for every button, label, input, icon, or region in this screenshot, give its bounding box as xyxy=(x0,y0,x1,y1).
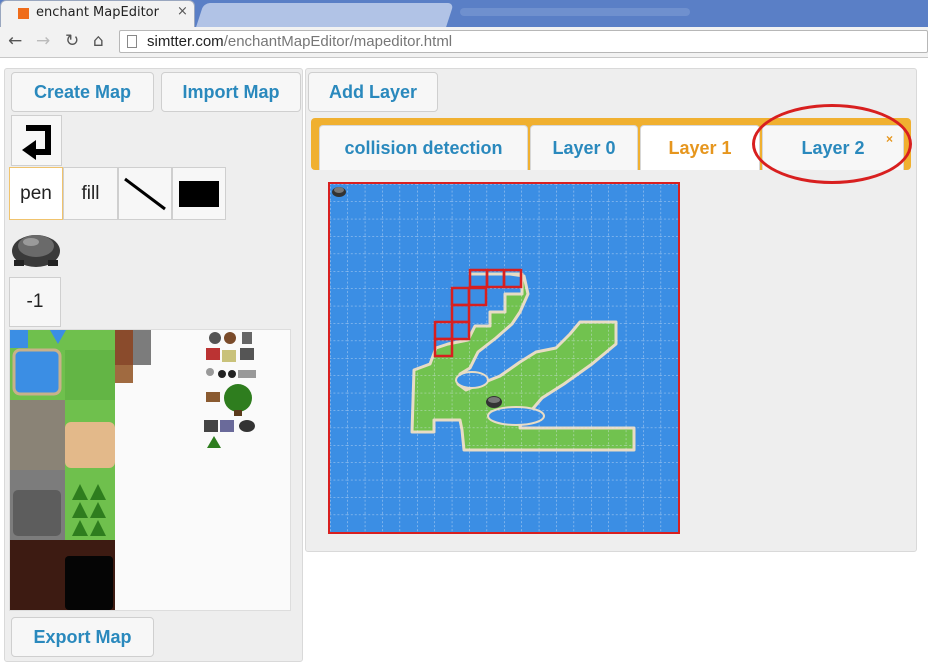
add-layer-button[interactable]: Add Layer xyxy=(308,72,438,112)
map-drawing[interactable] xyxy=(330,184,678,532)
tab-collision-detection[interactable]: collision detection xyxy=(319,125,528,170)
export-map-button[interactable]: Export Map xyxy=(11,617,154,657)
blurred-tab-area xyxy=(460,8,690,16)
browser-tab-title: enchant MapEditor xyxy=(36,5,159,20)
back-arrow-icon[interactable]: ← xyxy=(8,31,22,51)
forward-arrow-icon[interactable]: → xyxy=(36,31,50,51)
tab-layer-1-label: Layer 1 xyxy=(668,137,732,158)
favicon-icon xyxy=(18,8,29,19)
rock-tile-icon xyxy=(12,235,60,267)
import-map-button[interactable]: Import Map xyxy=(161,72,301,112)
fill-tool-button[interactable]: fill xyxy=(63,167,118,220)
tab-close-icon[interactable]: × xyxy=(177,4,188,19)
line-tool-icon xyxy=(124,177,166,210)
browser-tab[interactable]: enchant MapEditor × xyxy=(0,0,195,27)
tile-index-display: -1 xyxy=(9,277,61,327)
rock-sprite xyxy=(332,187,346,197)
url-domain: simtter.com xyxy=(147,33,224,50)
tab-layer-2-label: Layer 2 xyxy=(801,137,865,158)
create-map-button[interactable]: Create Map xyxy=(11,72,154,112)
home-icon[interactable]: ⌂ xyxy=(93,31,104,51)
undo-button[interactable] xyxy=(11,115,62,166)
undo-arrow-icon xyxy=(21,124,51,160)
tileset-image[interactable] xyxy=(10,330,291,611)
browser-toolbar: ← → ↻ ⌂ simtter.com/enchantMapEditor/map… xyxy=(0,27,928,58)
tab-layer-1[interactable]: Layer 1 xyxy=(640,125,760,170)
close-layer-icon[interactable]: × xyxy=(886,132,893,146)
layer-tabbar: collision detection Layer 0 Layer 1 Laye… xyxy=(311,118,911,170)
selected-tile-preview xyxy=(9,222,63,272)
browser-tabstrip: enchant MapEditor × xyxy=(0,0,928,27)
map-canvas[interactable] xyxy=(328,182,680,534)
tile-palette[interactable] xyxy=(9,329,291,611)
tab-layer-0[interactable]: Layer 0 xyxy=(530,125,638,170)
url-path: /enchantMapEditor/mapeditor.html xyxy=(223,33,453,50)
rock-sprite xyxy=(486,396,502,408)
page-icon xyxy=(127,35,137,48)
address-bar[interactable]: simtter.com/enchantMapEditor/mapeditor.h… xyxy=(119,30,928,53)
reload-icon[interactable]: ↻ xyxy=(65,31,79,51)
rectangle-tool-button[interactable] xyxy=(172,167,226,220)
line-tool-button[interactable] xyxy=(118,167,172,220)
rectangle-tool-icon xyxy=(179,180,219,207)
url-text: simtter.com/enchantMapEditor/mapeditor.h… xyxy=(147,33,452,50)
tab-layer-2[interactable]: Layer 2 × xyxy=(762,125,904,170)
pen-tool-button[interactable]: pen xyxy=(9,167,63,220)
new-tab-button[interactable] xyxy=(196,3,454,27)
